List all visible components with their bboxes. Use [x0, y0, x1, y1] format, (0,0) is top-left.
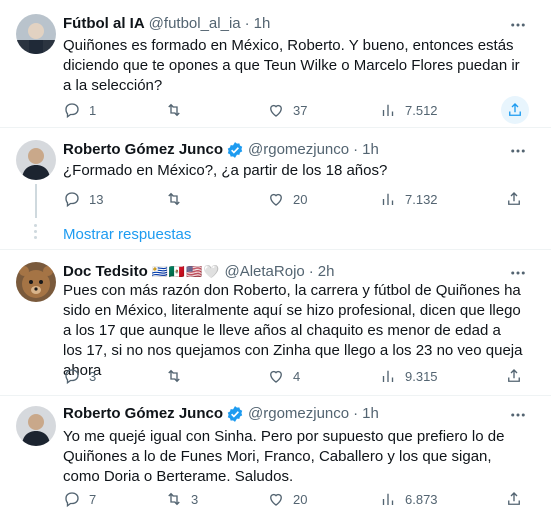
tweet-text: ¿Formado en México?, ¿a partir de los 18…	[63, 162, 388, 179]
name-flags: 🇺🇾🇲🇽🇺🇸🤍	[151, 264, 221, 279]
show-replies-link[interactable]: Mostrar respuestas	[63, 226, 191, 243]
author-handle[interactable]: @rgomezjunco	[248, 140, 349, 160]
tweet-actions: 7 3 20 6.873	[63, 488, 533, 510]
tweet-text: Yo me quejé igual con Sinha. Pero por su…	[63, 428, 505, 485]
timestamp[interactable]: 1h	[362, 404, 379, 424]
bar-chart-icon	[382, 104, 394, 116]
retweet-button[interactable]	[165, 99, 191, 121]
bar-chart-icon	[382, 193, 394, 205]
author-name[interactable]: Fútbol al IA	[63, 14, 145, 34]
like-count: 20	[293, 191, 308, 207]
reply-button[interactable]: 3	[63, 365, 96, 387]
reply-icon	[65, 192, 79, 208]
author-handle[interactable]: @rgomezjunco	[248, 404, 349, 424]
avatar[interactable]	[16, 406, 56, 446]
separator-dot: ·	[353, 141, 359, 158]
author-name[interactable]: Roberto Gómez Junco	[63, 140, 223, 160]
share-icon	[508, 492, 520, 505]
tweet-2[interactable]: Roberto Gómez Junco @rgomezjunco · 1h ¿F…	[0, 128, 551, 250]
author-handle[interactable]: @futbol_al_ia	[149, 14, 241, 34]
view-count: 6.873	[405, 491, 438, 507]
bar-chart-icon	[382, 370, 394, 382]
like-count: 4	[293, 368, 301, 384]
views-button[interactable]: 7.132	[379, 188, 438, 210]
like-button[interactable]: 20	[267, 188, 307, 210]
reply-icon	[65, 369, 79, 385]
avatar[interactable]	[16, 262, 56, 302]
retweet-icon	[168, 192, 180, 206]
author-name[interactable]: Roberto Gómez Junco	[63, 404, 223, 424]
like-count: 20	[293, 491, 308, 507]
separator-dot: ·	[308, 263, 314, 280]
tweet-header: Roberto Gómez Junco @rgomezjunco · 1h	[63, 140, 379, 160]
retweet-button[interactable]	[165, 365, 191, 387]
heart-icon	[270, 104, 282, 117]
reply-count: 7	[89, 491, 97, 507]
avatar[interactable]	[16, 140, 56, 180]
author-name[interactable]: Doc Tedsito	[63, 262, 148, 282]
timestamp[interactable]: 2h	[318, 262, 335, 282]
reply-icon	[65, 492, 79, 508]
tweet-1[interactable]: Fútbol al IA @futbol_al_ia · 1h Quiñones…	[0, 0, 551, 128]
tweet-actions: 13 20 7.132	[63, 188, 533, 210]
views-button[interactable]: 7.512	[379, 99, 438, 121]
reply-icon	[65, 103, 79, 119]
view-count: 9.315	[405, 368, 438, 384]
share-icon	[508, 369, 520, 382]
like-count: 37	[293, 102, 308, 118]
thread-line	[35, 184, 37, 218]
timestamp[interactable]: 1h	[254, 14, 271, 34]
tweet-4[interactable]: Roberto Gómez Junco @rgomezjunco · 1h Yo…	[0, 396, 551, 522]
reply-button[interactable]: 13	[63, 188, 103, 210]
retweet-icon	[168, 492, 180, 506]
retweet-icon	[168, 103, 180, 117]
retweet-icon	[168, 369, 180, 383]
more-options-icon[interactable]	[509, 264, 527, 282]
heart-icon	[270, 370, 282, 383]
share-icon	[508, 192, 520, 205]
tweet-header: Doc Tedsito 🇺🇾🇲🇽🇺🇸🤍 @AletaRojo · 2h	[63, 262, 334, 282]
tweet-3[interactable]: Doc Tedsito 🇺🇾🇲🇽🇺🇸🤍 @AletaRojo · 2h Pues…	[0, 250, 551, 396]
tweet-text: Quiñones es formado en México, Roberto. …	[63, 37, 520, 94]
share-button[interactable]	[501, 96, 529, 124]
more-options-icon[interactable]	[509, 16, 527, 34]
verified-badge-icon	[227, 142, 243, 158]
verified-badge-icon	[227, 406, 243, 422]
like-button[interactable]: 20	[267, 488, 307, 510]
avatar[interactable]	[16, 14, 56, 54]
more-options-icon[interactable]	[509, 142, 527, 160]
retweet-button[interactable]	[165, 188, 191, 210]
view-count: 7.512	[405, 102, 438, 118]
heart-icon	[270, 493, 282, 506]
reply-count: 1	[89, 102, 97, 118]
separator-dot: ·	[353, 405, 359, 422]
like-button[interactable]: 37	[267, 99, 307, 121]
author-handle[interactable]: @AletaRojo	[224, 262, 304, 282]
tweet-header: Fútbol al IA @futbol_al_ia · 1h	[63, 14, 270, 34]
tweet-actions: 3 4 9.315	[63, 365, 533, 387]
separator-dot: ·	[244, 15, 250, 32]
share-button[interactable]	[505, 365, 531, 387]
share-button[interactable]	[505, 488, 531, 510]
reply-button[interactable]: 7	[63, 488, 96, 510]
tweet-header: Roberto Gómez Junco @rgomezjunco · 1h	[63, 404, 379, 424]
view-count: 7.132	[405, 191, 438, 207]
retweet-button[interactable]: 3	[165, 488, 198, 510]
heart-icon	[270, 193, 282, 206]
reply-count: 3	[89, 368, 97, 384]
tweet-actions: 1 37 7.512	[63, 96, 533, 124]
thread-continuation-dots	[34, 224, 38, 242]
retweet-count: 3	[191, 491, 199, 507]
views-button[interactable]: 9.315	[379, 365, 438, 387]
more-options-icon[interactable]	[509, 406, 527, 424]
like-button[interactable]: 4	[267, 365, 300, 387]
bar-chart-icon	[382, 493, 394, 505]
share-button[interactable]	[505, 188, 531, 210]
share-icon	[509, 103, 521, 116]
reply-button[interactable]: 1	[63, 99, 96, 121]
views-button[interactable]: 6.873	[379, 488, 438, 510]
timestamp[interactable]: 1h	[362, 140, 379, 160]
reply-count: 13	[89, 191, 104, 207]
